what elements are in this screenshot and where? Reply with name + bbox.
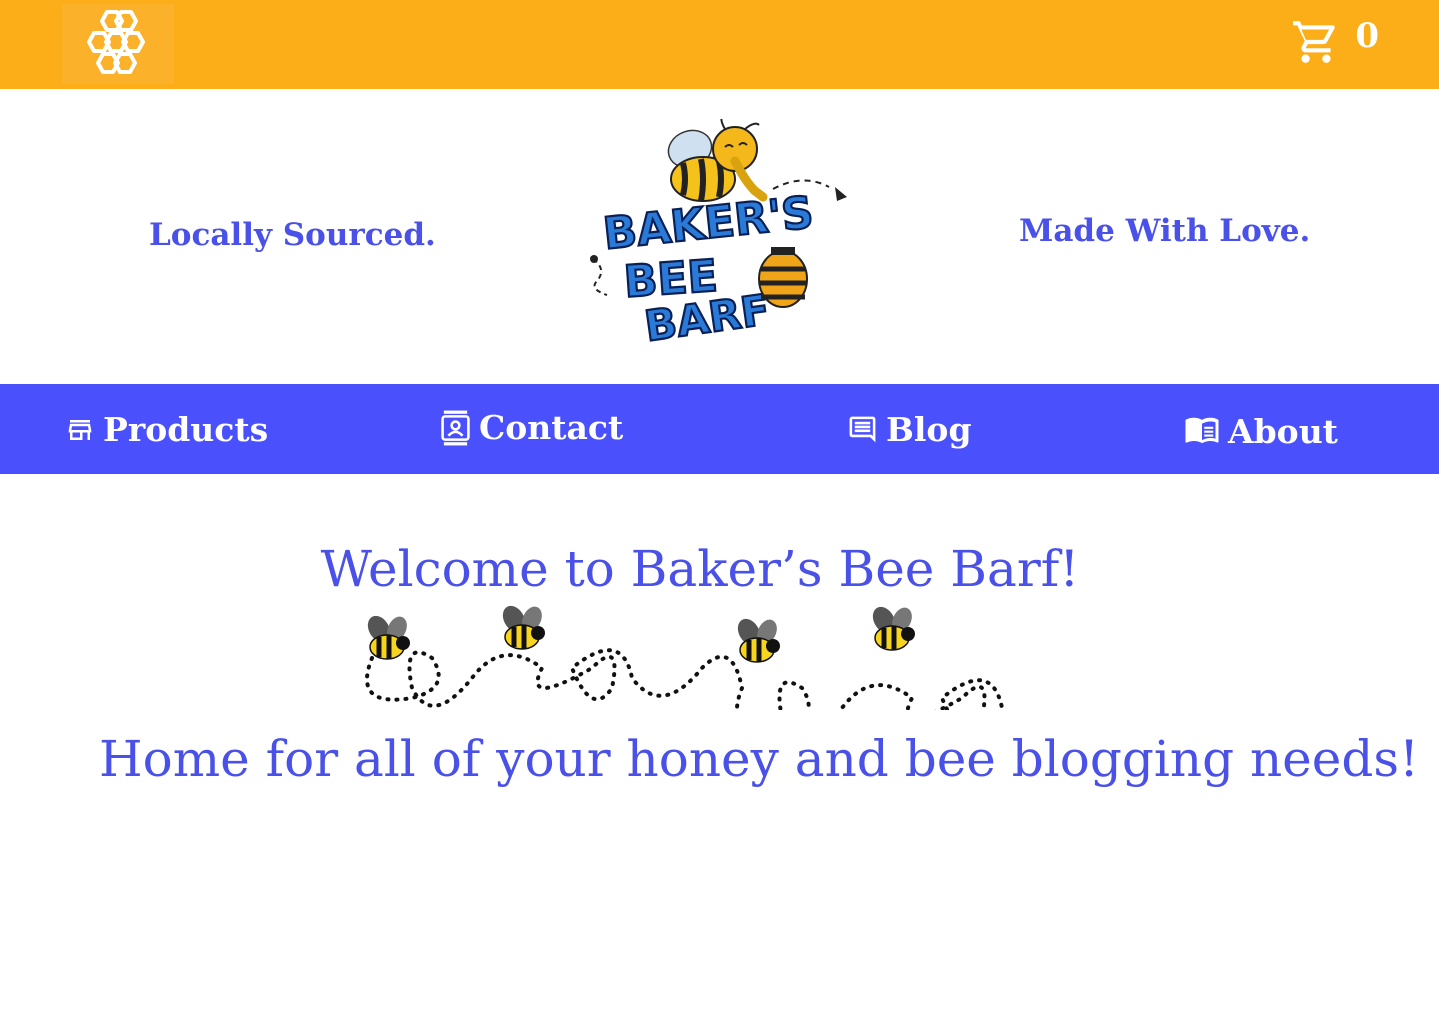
dotted-flight-path bbox=[365, 648, 1007, 710]
main-navigation: Products Contact Blog About bbox=[0, 384, 1439, 474]
home-logo-button[interactable] bbox=[62, 4, 174, 84]
cart-count: 0 bbox=[1355, 16, 1379, 56]
nav-label-blog: Blog bbox=[886, 410, 972, 449]
nav-label-products: Products bbox=[103, 410, 269, 449]
nav-item-contact[interactable]: Contact bbox=[440, 408, 623, 447]
chat-bubble-icon bbox=[849, 416, 876, 443]
header: Locally Sourced. BAKER'S BEE BARF Made W… bbox=[0, 89, 1439, 384]
nav-label-contact: Contact bbox=[479, 408, 624, 447]
bee-mascot-icon bbox=[667, 119, 847, 202]
flying-bees-divider bbox=[352, 598, 1007, 710]
tagline-locally-sourced: Locally Sourced. bbox=[149, 217, 436, 253]
open-book-icon bbox=[1185, 417, 1219, 443]
cart-button[interactable]: 0 bbox=[1291, 14, 1379, 70]
nav-item-blog[interactable]: Blog bbox=[847, 410, 972, 449]
contact-card-icon bbox=[441, 410, 470, 445]
bakers-bee-barf-logo[interactable]: BAKER'S BEE BARF bbox=[585, 119, 855, 349]
top-bar: 0 bbox=[0, 0, 1439, 89]
honeycomb-icon bbox=[87, 10, 145, 74]
nav-label-about: About bbox=[1228, 412, 1338, 451]
welcome-heading: Welcome to Baker’s Bee Barf! bbox=[320, 540, 1080, 598]
nav-item-products[interactable]: Products bbox=[65, 410, 268, 449]
nav-item-about[interactable]: About bbox=[1184, 412, 1338, 451]
tagline-made-with-love: Made With Love. bbox=[1019, 213, 1311, 249]
subtitle-heading: Home for all of your honey and bee blogg… bbox=[99, 730, 1420, 788]
storefront-icon bbox=[68, 419, 92, 440]
honey-pot-icon bbox=[758, 247, 808, 308]
shopping-cart-icon bbox=[1293, 21, 1336, 63]
